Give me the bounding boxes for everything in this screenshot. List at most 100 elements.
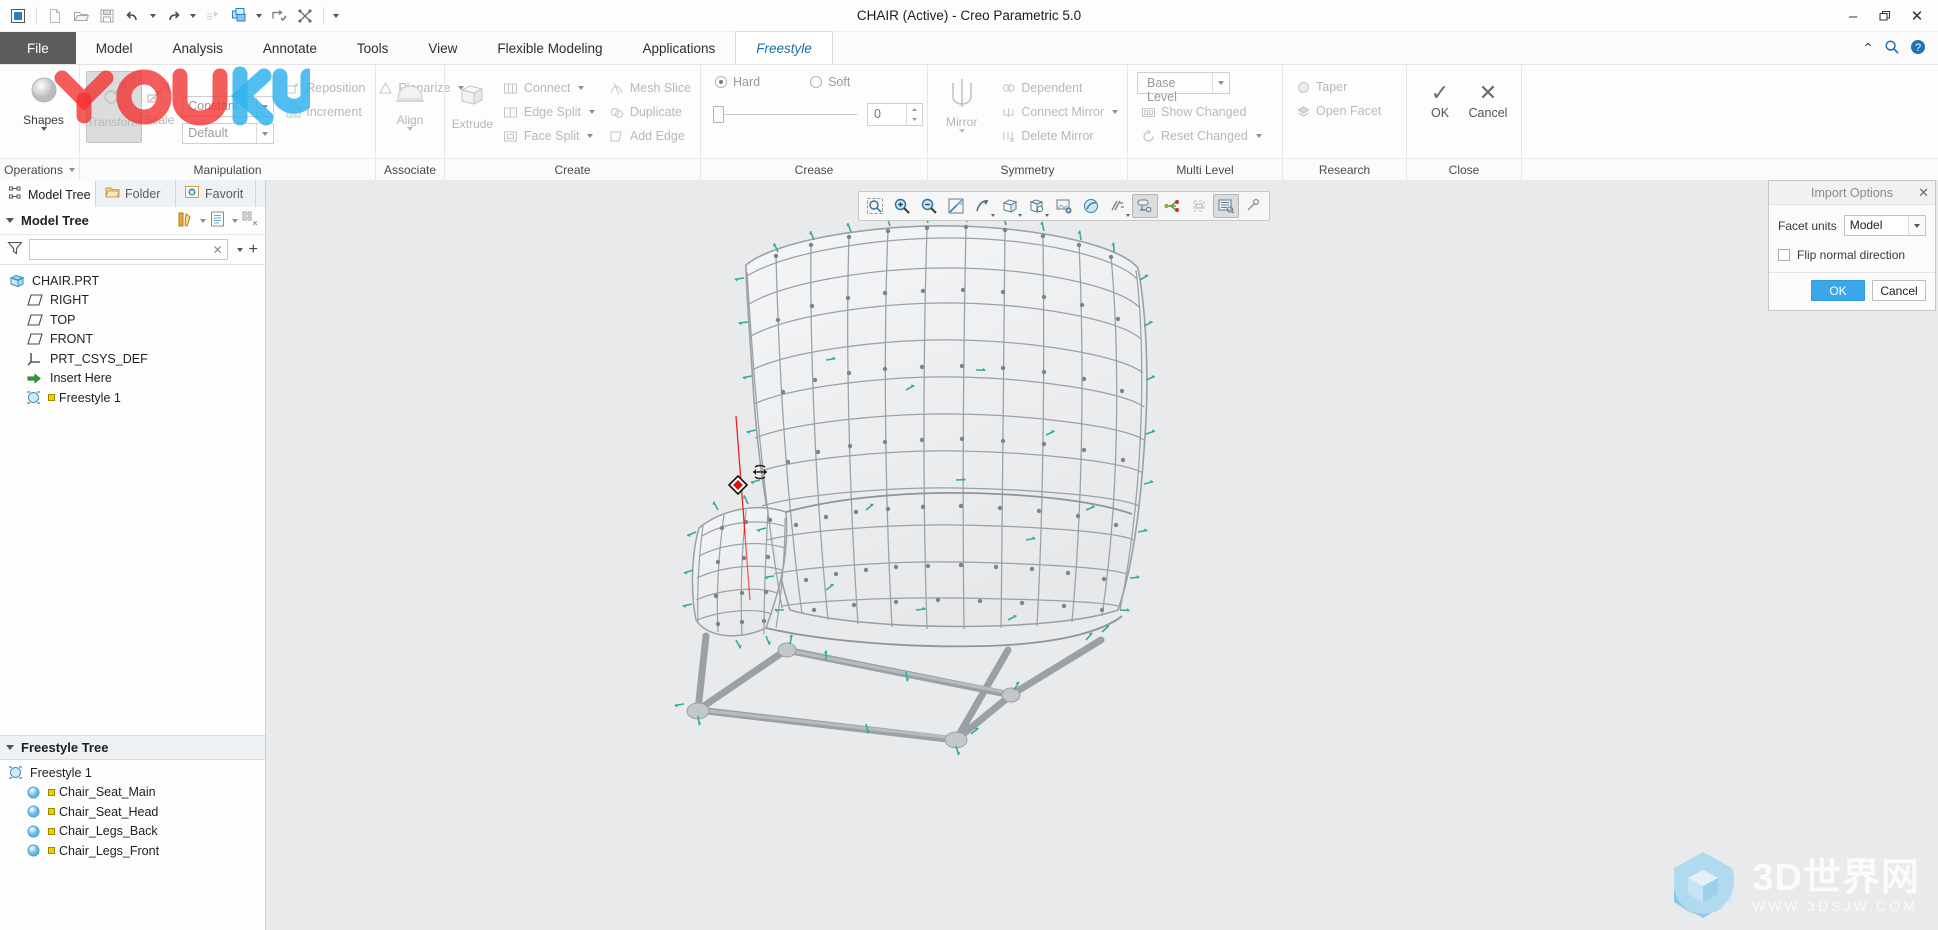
collapse-ribbon-icon[interactable]: ⌃ xyxy=(1862,40,1874,57)
undo-icon[interactable] xyxy=(121,4,145,28)
undo-dropdown-icon[interactable] xyxy=(147,4,159,28)
crease-value[interactable]: 0 xyxy=(868,104,906,125)
zoom-to-fit-icon[interactable] xyxy=(862,194,888,218)
window-dropdown-icon[interactable] xyxy=(253,4,265,28)
model-tree-search-input[interactable]: ✕ xyxy=(29,239,228,260)
tree-item-top[interactable]: TOP xyxy=(0,310,265,330)
tree-tab-model-tree[interactable]: Model Tree xyxy=(0,180,96,207)
fs-item-chair-legs-front[interactable]: Chair_Legs_Front xyxy=(0,841,265,861)
dependent-button[interactable]: Dependent xyxy=(997,76,1121,100)
display-icon[interactable] xyxy=(210,211,225,230)
minimize-button[interactable]: – xyxy=(1838,3,1868,29)
mirror-dropdown-icon[interactable] xyxy=(958,129,965,133)
tab-annotate[interactable]: Annotate xyxy=(243,32,337,64)
spin-center-icon[interactable] xyxy=(727,474,749,496)
tree-tabs[interactable]: Model Tree Folder Favorit xyxy=(0,180,265,207)
regenerate-icon[interactable] xyxy=(201,4,225,28)
tab-freestyle[interactable]: Freestyle xyxy=(735,31,833,64)
flip-normal-checkbox-row[interactable]: Flip normal direction xyxy=(1778,248,1926,262)
connect-mirror-button[interactable]: Connect Mirror xyxy=(997,100,1121,124)
crease-soft-radio[interactable]: Soft xyxy=(810,75,850,89)
reposition-button[interactable]: Reposition xyxy=(282,76,368,100)
spin-center-icon[interactable] xyxy=(1159,194,1185,218)
operations-dropdown-icon[interactable] xyxy=(68,167,75,172)
face-split-button[interactable]: Face Split xyxy=(500,124,598,148)
base-level-button[interactable]: Base Level xyxy=(1137,72,1230,104)
shapes-dropdown-icon[interactable] xyxy=(40,127,47,131)
mirror-button[interactable]: Mirror xyxy=(934,72,989,133)
search-input-field[interactable] xyxy=(34,242,213,257)
connect-button[interactable]: Connect xyxy=(500,76,598,100)
import-cancel-button[interactable]: Cancel xyxy=(1872,280,1926,301)
fs-item-freestyle-1[interactable]: Freestyle 1 xyxy=(0,763,265,783)
open-facet-button[interactable]: Open Facet xyxy=(1292,99,1384,123)
model-tree-collapse-icon[interactable] xyxy=(6,218,14,223)
restore-button[interactable] xyxy=(1870,3,1900,29)
app-window-icon[interactable] xyxy=(6,4,30,28)
redo-icon[interactable] xyxy=(161,4,185,28)
crease-slider-thumb[interactable] xyxy=(713,106,724,123)
tab-file[interactable]: File xyxy=(0,32,76,64)
delete-mirror-button[interactable]: Delete Mirror xyxy=(997,124,1121,148)
tree-item-chair-prt[interactable]: CHAIR.PRT xyxy=(0,271,265,291)
display-style-icon[interactable] xyxy=(997,194,1023,218)
fs-item-chair-legs-back[interactable]: Chair_Legs_Back xyxy=(0,822,265,842)
graphics-viewport[interactable]: Import Options ✕ Facet units Model Flip … xyxy=(266,180,1938,930)
facet-units-combo[interactable]: Model xyxy=(1843,215,1926,236)
layer-display-icon[interactable] xyxy=(1186,194,1212,218)
reset-changed-dropdown-icon[interactable] xyxy=(1255,134,1262,138)
show-changed-button[interactable]: Show Changed xyxy=(1137,100,1249,124)
freestyle-tree-body[interactable]: Freestyle 1 Chair_Seat_Main Chair_Seat_H… xyxy=(0,760,265,930)
tree-tab-folder[interactable]: Folder xyxy=(96,180,176,207)
add-filter-icon[interactable]: + xyxy=(249,241,258,257)
close-window-icon[interactable] xyxy=(267,4,291,28)
align-button[interactable]: Align xyxy=(382,70,438,131)
ribbon-tabs-right[interactable]: ⌃ ? xyxy=(1862,32,1938,64)
settings-dropdown-icon[interactable] xyxy=(200,218,206,223)
cancel-button[interactable]: ✕ Cancel xyxy=(1465,80,1511,120)
mesh-slice-button[interactable]: Mesh Slice xyxy=(606,76,694,100)
tab-tools[interactable]: Tools xyxy=(337,32,409,64)
tree-item-right[interactable]: RIGHT xyxy=(0,291,265,311)
tab-model[interactable]: Model xyxy=(76,32,153,64)
detach-icon[interactable] xyxy=(293,4,317,28)
help-icon[interactable]: ? xyxy=(1910,39,1926,58)
open-icon[interactable] xyxy=(69,4,93,28)
crease-slider[interactable] xyxy=(713,106,857,123)
scale-button[interactable]: Scale xyxy=(142,70,176,142)
crease-value-spinner[interactable]: 0 xyxy=(867,103,923,126)
zoom-out-icon[interactable] xyxy=(916,194,942,218)
close-button[interactable]: ✕ xyxy=(1902,3,1932,29)
tree-item-freestyle-1[interactable]: Freestyle 1 xyxy=(0,388,265,408)
base-level-dropdown-icon[interactable] xyxy=(1212,73,1229,93)
redo-dropdown-icon[interactable] xyxy=(187,4,199,28)
extrude-button[interactable]: Extrude xyxy=(451,74,494,131)
annotation-display-icon[interactable] xyxy=(1132,194,1158,218)
constant-combo[interactable]: Constant xyxy=(182,96,275,117)
facet-units-dropdown-icon[interactable] xyxy=(1908,216,1925,235)
save-icon[interactable] xyxy=(95,4,119,28)
tab-applications[interactable]: Applications xyxy=(622,32,735,64)
zoom-in-icon[interactable] xyxy=(889,194,915,218)
filter-dropdown-icon[interactable] xyxy=(236,247,243,252)
refit-icon[interactable] xyxy=(943,194,969,218)
edge-split-dropdown-icon[interactable] xyxy=(588,110,595,114)
add-edge-button[interactable]: Add Edge xyxy=(606,124,694,148)
view-manager-icon[interactable] xyxy=(1213,194,1239,218)
tree-tab-favorites[interactable]: Favorit xyxy=(176,180,256,207)
reset-changed-button[interactable]: Reset Changed xyxy=(1137,124,1265,148)
fs-item-chair-seat-head[interactable]: Chair_Seat_Head xyxy=(0,802,265,822)
default-combo[interactable]: Default xyxy=(182,123,275,144)
tree-item-insert-here[interactable]: Insert Here xyxy=(0,369,265,389)
import-options-close-icon[interactable]: ✕ xyxy=(1918,185,1929,201)
scene-icon[interactable] xyxy=(1051,194,1077,218)
quick-access-toolbar[interactable] xyxy=(0,0,342,32)
connect-mirror-dropdown-icon[interactable] xyxy=(1112,110,1118,114)
search-icon[interactable] xyxy=(1884,39,1900,58)
window-controls[interactable]: – ✕ xyxy=(1838,0,1932,32)
crease-hard-radio[interactable]: Hard xyxy=(715,75,760,89)
freestyle-tree-collapse-icon[interactable] xyxy=(6,745,14,750)
crease-spin-down-icon[interactable] xyxy=(907,115,922,126)
import-options-panel[interactable]: Import Options ✕ Facet units Model Flip … xyxy=(1768,180,1936,311)
tree-item-front[interactable]: FRONT xyxy=(0,330,265,350)
